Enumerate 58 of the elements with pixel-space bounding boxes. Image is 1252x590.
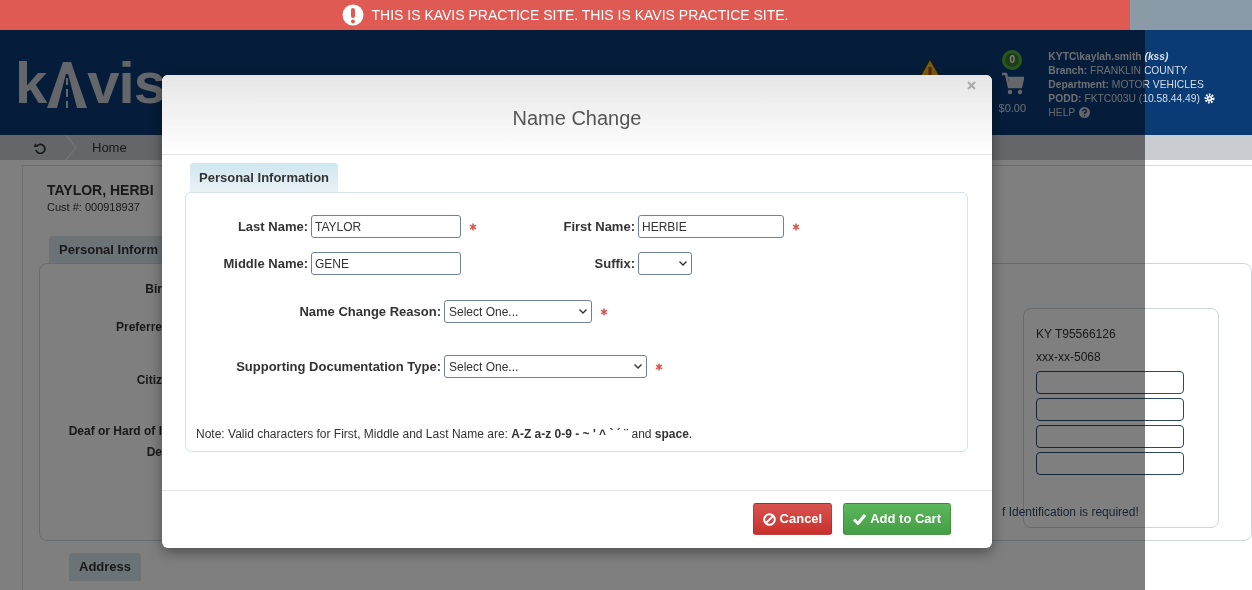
breadcrumb-chevron-icon [64, 135, 78, 160]
field-label: Deaf or Hard of I [68, 423, 162, 440]
input-field[interactable] [1036, 425, 1184, 448]
history-icon [34, 141, 46, 154]
select-field[interactable]: Select One... [444, 355, 647, 378]
select-field[interactable] [638, 252, 692, 275]
id-value: xxx-xx-5068 [1036, 349, 1102, 366]
field-label: Citiz [136, 372, 162, 389]
field-label: Middle Name: [222, 254, 309, 273]
id-value: KY T95566126 [1036, 326, 1117, 343]
select-field[interactable]: Select One... [444, 300, 592, 323]
caret-icon [634, 364, 642, 369]
cart-total: $0.00 [998, 100, 1027, 116]
required-message: f Identification is required! [1002, 504, 1140, 521]
banner-text: THIS IS KAVIS PRACTICE SITE. THIS IS KAVIS PRACTICE SITE. [371, 5, 789, 25]
refresh-button[interactable] [34, 141, 46, 154]
section-tab[interactable]: Personal Information [190, 163, 339, 192]
warning-icon [341, 4, 364, 26]
user-info-line: Branch: FRANKLIN COUNTY [1048, 63, 1188, 78]
customer-name: TAYLOR, HERBI [47, 182, 155, 199]
input-field[interactable] [1036, 452, 1184, 475]
field-label: Suffix: [593, 254, 636, 273]
note-text: Note: Valid characters for First, Middle and Last Name are: A-Z a-z 0-9 - ~ ' ^ ` ´ ¨ and space. [196, 425, 693, 443]
required-asterisk-icon [655, 362, 663, 371]
help-icon [1079, 107, 1091, 118]
field-label: Name Change Reason: [298, 302, 442, 321]
input-field[interactable] [1036, 398, 1184, 421]
input-field[interactable]: GENE [311, 252, 461, 275]
field-label: First Name: [562, 217, 636, 236]
input-field[interactable]: TAYLOR [311, 215, 461, 238]
field-label: Supporting Documentation Type: [235, 357, 442, 376]
settings-icon [1204, 93, 1215, 104]
modal-title: Name Change [512, 105, 642, 131]
input-field[interactable] [1036, 371, 1184, 394]
cancel-button[interactable]: Cancel [752, 503, 833, 535]
section-tab[interactable]: Address [69, 553, 142, 581]
caret-icon [579, 309, 587, 314]
field-label: Preferre [115, 319, 162, 336]
close-icon [967, 81, 976, 90]
user-info-line: PODD: FKTC003U (10.58.44.49) [1048, 91, 1200, 106]
user-info-line: KYTC\kaylah.smith (kss) [1048, 49, 1169, 64]
cart-count-badge: 0 [1002, 49, 1023, 70]
field-label: De [146, 444, 162, 461]
logo-text: vis [87, 53, 165, 112]
customer-number: Cust #: 000918937 [47, 200, 141, 215]
field-label: Bir [145, 281, 162, 298]
required-asterisk-icon [600, 307, 608, 316]
input-field[interactable]: HERBIE [638, 215, 784, 238]
required-asterisk-icon [792, 222, 800, 231]
check-icon [853, 513, 867, 525]
road-icon [47, 61, 88, 108]
logo-text: k [15, 53, 47, 112]
field-label: Last Name: [236, 217, 309, 236]
cart-icon [1000, 71, 1025, 96]
user-info-line: Department: MOTOR VEHICLES [1048, 77, 1204, 92]
prohibit-icon [762, 512, 776, 526]
required-asterisk-icon [469, 222, 477, 231]
caret-icon [679, 261, 687, 266]
